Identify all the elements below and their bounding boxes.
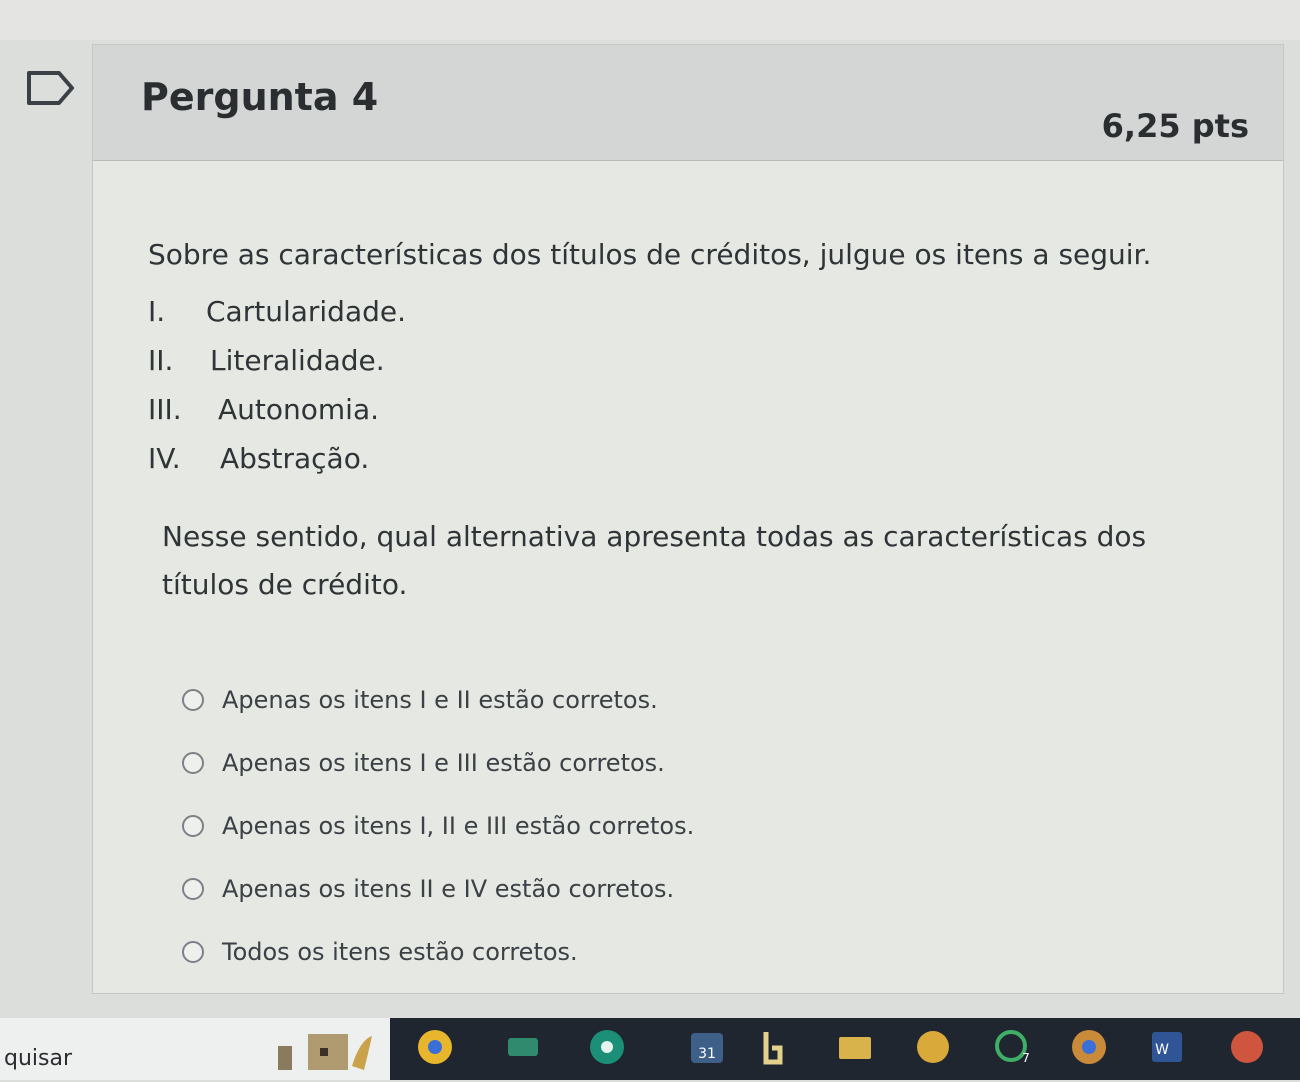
taskbar-search-box[interactable]: quisar	[0, 1018, 390, 1080]
item-text: Cartularidade.	[206, 295, 407, 328]
answer-option-1[interactable]: Apenas os itens I e II estão corretos.	[182, 668, 1082, 731]
item-text: Literalidade.	[210, 344, 385, 377]
red-app-icon[interactable]	[1228, 1028, 1266, 1066]
notification-badge: 7	[1022, 1051, 1030, 1065]
word-icon[interactable]: W	[1148, 1028, 1186, 1066]
question-instruction: Nesse sentido, qual alternativa apresent…	[162, 520, 1147, 601]
desktop-landscape-icon	[268, 1026, 388, 1082]
video-call-icon[interactable]	[504, 1028, 542, 1066]
answer-option-5[interactable]: Todos os itens estão corretos.	[182, 920, 1082, 983]
whatsapp-icon[interactable]: 7	[994, 1028, 1032, 1066]
list-item: IV. Abstração.	[148, 434, 1248, 483]
item-text: Autonomia.	[218, 393, 379, 426]
folder-icon[interactable]	[836, 1028, 874, 1066]
answer-label: Apenas os itens I e II estão corretos.	[222, 685, 658, 714]
list-item: II. Literalidade.	[148, 336, 1248, 385]
answer-options: Apenas os itens I e II estão corretos. A…	[182, 668, 1082, 983]
chrome-alt-icon[interactable]	[1070, 1028, 1108, 1066]
question-title: Pergunta 4	[141, 75, 379, 119]
item-numeral: III.	[148, 393, 182, 426]
question-prompt: Sobre as características dos títulos de …	[148, 238, 1152, 271]
answer-label: Apenas os itens I e III estão corretos.	[222, 748, 665, 777]
flag-question-icon[interactable]	[26, 70, 76, 106]
item-numeral: II.	[148, 344, 174, 377]
radio-button[interactable]	[182, 877, 204, 900]
browser-top-strip	[0, 0, 1300, 40]
answer-label: Apenas os itens II e IV estão corretos.	[222, 874, 675, 903]
item-numeral: IV.	[148, 442, 181, 475]
chrome-icon[interactable]	[416, 1028, 454, 1066]
taskbar: quisar 31 7 W	[0, 1018, 1300, 1080]
answer-option-2[interactable]: Apenas os itens I e III estão corretos.	[182, 731, 1082, 794]
item-numeral: I.	[148, 295, 166, 328]
answer-label: Todos os itens estão corretos.	[222, 937, 578, 966]
item-list: I. Cartularidade. II. Literalidade. III. Au…	[148, 287, 1248, 483]
question-header: Pergunta 4 6,25 pts	[93, 45, 1283, 161]
radio-button[interactable]	[182, 688, 204, 711]
browser-app-icon[interactable]	[914, 1028, 952, 1066]
question-body: Sobre as características dos títulos de …	[148, 238, 1248, 609]
radio-button[interactable]	[182, 940, 204, 963]
radio-button[interactable]	[182, 751, 204, 774]
word-badge: W	[1155, 1042, 1169, 1058]
radio-button[interactable]	[182, 814, 204, 837]
list-item: III. Autonomia.	[148, 385, 1248, 434]
app-icon[interactable]	[754, 1028, 792, 1066]
list-item: I. Cartularidade.	[148, 287, 1248, 336]
calendar-badge: 31	[698, 1046, 716, 1062]
answer-label: Apenas os itens I, II e III estão corret…	[222, 811, 695, 840]
calendar-icon[interactable]: 31	[688, 1028, 726, 1066]
answer-option-3[interactable]: Apenas os itens I, II e III estão corret…	[182, 794, 1082, 857]
question-points: 6,25 pts	[1101, 107, 1249, 145]
meet-icon[interactable]	[588, 1028, 626, 1066]
item-text: Abstração.	[220, 442, 370, 475]
taskbar-search-text: quisar	[4, 1046, 73, 1071]
answer-option-4[interactable]: Apenas os itens II e IV estão corretos.	[182, 857, 1082, 920]
